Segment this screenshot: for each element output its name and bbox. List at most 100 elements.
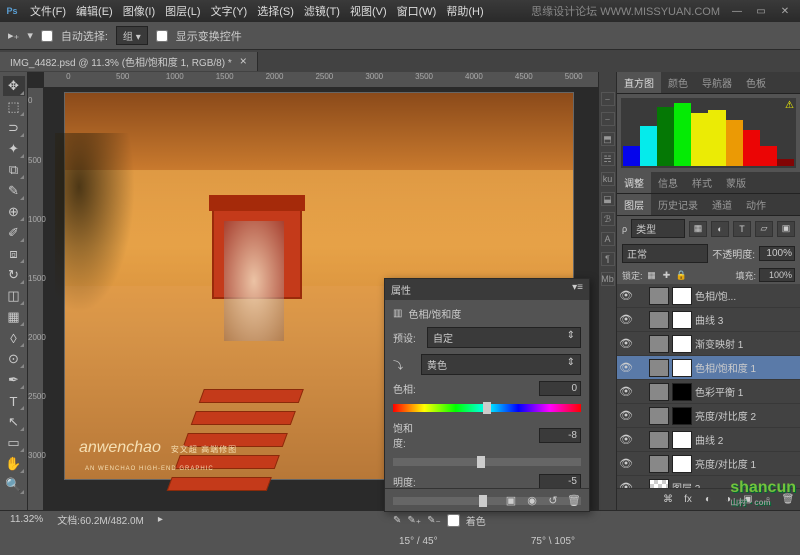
dropper-plus-icon[interactable]: ✎₊ xyxy=(407,515,421,526)
tab-color[interactable]: 颜色 xyxy=(661,72,695,93)
marquee-tool[interactable]: ⬚ xyxy=(3,97,25,117)
menu-window[interactable]: 窗口(W) xyxy=(393,1,441,21)
layer-name[interactable]: 曲线 2 xyxy=(695,432,723,447)
layer-row[interactable]: 👁图层 2 xyxy=(617,476,800,488)
layer-thumb[interactable] xyxy=(672,359,692,377)
kind-dropdown[interactable]: 类型 xyxy=(631,219,685,238)
mid-icon-a[interactable]: A xyxy=(601,232,615,246)
layer-thumb[interactable] xyxy=(649,311,669,329)
layer-thumb[interactable] xyxy=(649,455,669,473)
dropper-minus-icon[interactable]: ✎₋ xyxy=(427,515,441,526)
trash-icon[interactable]: 🗑 xyxy=(780,492,796,508)
layer-row[interactable]: 👁 色相/饱... xyxy=(617,284,800,308)
hand-tool[interactable]: ✋ xyxy=(3,454,25,474)
eye-icon[interactable]: 👁 xyxy=(619,433,633,446)
layer-thumb[interactable] xyxy=(672,431,692,449)
minimize-button[interactable]: — xyxy=(726,3,748,19)
layer-thumb[interactable] xyxy=(672,311,692,329)
filter-smart-icon[interactable]: ▣ xyxy=(777,221,795,237)
crop-tool[interactable]: ⧉ xyxy=(3,160,25,180)
mid-icon-mb[interactable]: Mb xyxy=(601,272,615,286)
layer-list[interactable]: 👁色相/饱...👁曲线 3👁渐变映射 1👁色相/饱和度 1👁色彩平衡 1👁亮度/… xyxy=(617,284,800,488)
mid-icon-5[interactable]: ⬓ xyxy=(601,192,615,206)
mid-icon-ku[interactable]: ku xyxy=(601,172,615,186)
shape-tool[interactable]: ▭ xyxy=(3,433,25,453)
mid-icon-0[interactable]: ⎯ xyxy=(601,92,615,106)
tab-history[interactable]: 历史记录 xyxy=(651,194,705,215)
maximize-button[interactable]: ▭ xyxy=(750,3,772,19)
eye-icon[interactable]: 👁 xyxy=(619,457,633,470)
properties-menu-icon[interactable]: ▾≡ xyxy=(572,282,583,297)
tab-channels[interactable]: 通道 xyxy=(705,194,739,215)
wand-tool[interactable]: ✦ xyxy=(3,139,25,159)
mid-icon-6[interactable]: ℬ xyxy=(601,212,615,226)
finger-icon[interactable]: ⤵ xyxy=(393,357,415,372)
layer-row[interactable]: 👁 亮度/对比度 2 xyxy=(617,404,800,428)
menu-text[interactable]: 文字(Y) xyxy=(207,1,252,21)
layer-name[interactable]: 亮度/对比度 2 xyxy=(695,408,756,423)
layer-thumb[interactable] xyxy=(672,383,692,401)
zoom-level[interactable]: 11.32% xyxy=(10,514,43,525)
mid-icon-2[interactable]: ⬒ xyxy=(601,132,615,146)
lock-all-icon[interactable]: 🔒 xyxy=(676,269,688,281)
tab-info[interactable]: 信息 xyxy=(651,172,685,193)
stamp-tool[interactable]: ⧈ xyxy=(3,244,25,264)
layer-name[interactable]: 色相/饱... xyxy=(695,288,736,303)
histogram-warning-icon[interactable]: ⚠ xyxy=(785,100,794,111)
heal-tool[interactable]: ⊕ xyxy=(3,202,25,222)
sat-slider[interactable] xyxy=(393,456,581,468)
filter-adj-icon[interactable]: ◐ xyxy=(711,221,729,237)
pen-tool[interactable]: ✒ xyxy=(3,370,25,390)
layer-name[interactable]: 图层 2 xyxy=(672,480,700,488)
sat-value[interactable]: -8 xyxy=(539,428,581,443)
doc-size[interactable]: 文档:60.2M/482.0M xyxy=(57,512,144,527)
layer-thumb[interactable] xyxy=(672,455,692,473)
tab-adjustments[interactable]: 调整 xyxy=(617,172,651,193)
layer-thumb[interactable] xyxy=(649,383,669,401)
brush-tool[interactable]: ✐ xyxy=(3,223,25,243)
layer-row[interactable]: 👁 亮度/对比度 1 xyxy=(617,452,800,476)
mid-icon-par[interactable]: ¶ xyxy=(601,252,615,266)
move-tool[interactable]: ✥ xyxy=(3,76,25,96)
layer-name[interactable]: 亮度/对比度 1 xyxy=(695,456,756,471)
mid-icon-1[interactable]: ⎯ xyxy=(601,112,615,126)
fx-icon[interactable]: fx xyxy=(680,492,696,508)
link-layers-icon[interactable]: ⌘ xyxy=(660,492,676,508)
layer-thumb[interactable] xyxy=(649,407,669,425)
filter-shape-icon[interactable]: ▱ xyxy=(755,221,773,237)
colorize-checkbox[interactable] xyxy=(447,514,460,527)
layer-row[interactable]: 👁渐变映射 1 xyxy=(617,332,800,356)
menu-file[interactable]: 文件(F) xyxy=(26,1,70,21)
eye-icon[interactable]: 👁 xyxy=(619,313,633,326)
layer-row[interactable]: 👁 曲线 3 xyxy=(617,308,800,332)
type-tool[interactable]: T xyxy=(3,391,25,411)
layer-name[interactable]: 色相/饱和度 1 xyxy=(695,360,756,375)
eye-icon[interactable]: 👁 xyxy=(619,289,633,302)
show-transform-checkbox[interactable] xyxy=(156,30,168,42)
menu-select[interactable]: 选择(S) xyxy=(253,1,298,21)
adjustment-icon[interactable]: ◑ xyxy=(720,492,736,508)
tab-masks[interactable]: 蒙版 xyxy=(719,172,753,193)
path-tool[interactable]: ↖ xyxy=(3,412,25,432)
fill-input[interactable]: 100% xyxy=(759,268,795,282)
menu-layer[interactable]: 图层(L) xyxy=(161,1,204,21)
lock-pixels-icon[interactable]: ▦ xyxy=(646,269,658,281)
tab-histogram[interactable]: 直方图 xyxy=(617,72,661,93)
layer-name[interactable]: 色彩平衡 1 xyxy=(695,384,743,399)
eye-icon[interactable]: 👁 xyxy=(619,385,633,398)
layer-thumb[interactable] xyxy=(672,335,692,353)
properties-panel[interactable]: 属性 ▾≡ ▥ 色相/饱和度 预设:自定⇕ ⤵黄色⇕ 色相:0 饱和度:-8 明… xyxy=(384,278,590,512)
layer-thumb[interactable] xyxy=(672,287,692,305)
layer-thumb[interactable] xyxy=(649,287,669,305)
eye-icon[interactable]: 👁 xyxy=(619,409,633,422)
blur-tool[interactable]: ◊ xyxy=(3,328,25,348)
layer-name[interactable]: 渐变映射 1 xyxy=(695,336,743,351)
lasso-tool[interactable]: ⊃ xyxy=(3,118,25,138)
tab-styles[interactable]: 样式 xyxy=(685,172,719,193)
mask-icon[interactable]: ◐ xyxy=(700,492,716,508)
eye-icon[interactable]: 👁 xyxy=(619,361,633,374)
layer-thumb[interactable] xyxy=(649,479,669,489)
layer-name[interactable]: 曲线 3 xyxy=(695,312,723,327)
new-layer-icon[interactable]: ▫ xyxy=(760,492,776,508)
menu-edit[interactable]: 编辑(E) xyxy=(72,1,117,21)
